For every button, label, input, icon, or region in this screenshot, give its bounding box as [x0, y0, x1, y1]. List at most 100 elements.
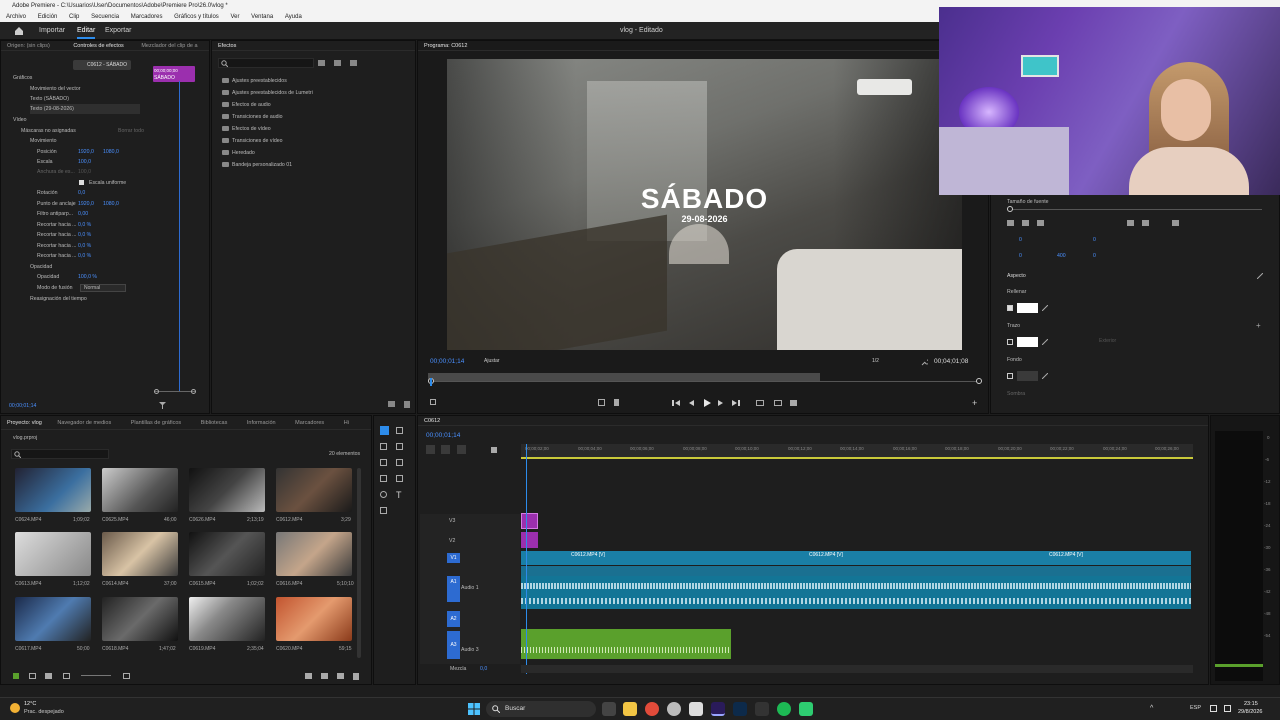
freeform-view-icon[interactable]: [63, 673, 70, 679]
title-text-overlay[interactable]: SÁBADO: [447, 183, 962, 215]
prop-position-x[interactable]: 1920,0: [78, 147, 94, 157]
folder-custom-bin[interactable]: Bandeja personalizado 01: [222, 159, 292, 171]
prop-crop-4-value[interactable]: 0,0 %: [78, 251, 91, 261]
prop-position-y[interactable]: 1080,0: [103, 147, 119, 157]
task-view-icon[interactable]: [602, 702, 616, 716]
video-clip-label[interactable]: C0612.MP4 [V]: [1049, 551, 1083, 559]
prop-opacity-value[interactable]: 100,0 %: [78, 272, 97, 282]
align-middle-icon[interactable]: [1142, 220, 1149, 226]
weather-icon[interactable]: [10, 703, 20, 713]
app-icon[interactable]: [667, 702, 681, 716]
graphic-clip-v3[interactable]: [521, 513, 538, 529]
frame-forward-icon[interactable]: [718, 400, 724, 408]
menu-marcadores[interactable]: Marcadores: [131, 14, 163, 20]
prop-anchor-x[interactable]: 1920,0: [78, 199, 94, 209]
camera-icon[interactable]: [790, 400, 797, 406]
tab-program[interactable]: Programa: C0612: [424, 43, 467, 49]
marker-icon[interactable]: [614, 399, 619, 406]
timeline-scrollbar[interactable]: [521, 665, 1193, 673]
trash-icon[interactable]: [353, 673, 359, 680]
folder-legacy[interactable]: Heredado: [222, 147, 255, 159]
track-select-tool-icon[interactable]: [396, 427, 403, 434]
clip-thumb[interactable]: [189, 597, 265, 641]
wrench-icon[interactable]: [921, 359, 930, 368]
tab-effect-controls[interactable]: Controles de efectos: [73, 43, 123, 49]
timeline-wrench-icon[interactable]: [491, 447, 497, 453]
tab-source[interactable]: Origen: (sin clips): [7, 43, 50, 49]
prop-scale-value[interactable]: 100,0: [78, 157, 91, 167]
clip-thumb[interactable]: [189, 468, 265, 512]
step-back-icon[interactable]: [672, 400, 680, 408]
photoshop-icon[interactable]: [733, 702, 747, 716]
tab-audio-mixer[interactable]: Mezclador del clip de a: [141, 43, 197, 49]
audio-clip-a3[interactable]: [521, 629, 731, 659]
folder-lumetri[interactable]: Ajustes preestablecidos de Lumetri: [222, 87, 313, 99]
prop-crop-1-value[interactable]: 0,0 %: [78, 220, 91, 230]
resolution-dropdown[interactable]: 1/2: [872, 357, 912, 366]
track-v2[interactable]: V2: [449, 536, 455, 546]
clip-thumb[interactable]: [102, 597, 178, 641]
timeline-timecode[interactable]: 00;00;01;14: [426, 431, 460, 441]
menu-clip[interactable]: Clip: [69, 14, 79, 20]
thumbnail-size-slider[interactable]: [81, 675, 111, 676]
baseline-value[interactable]: 400: [1057, 251, 1066, 261]
icon-view-icon[interactable]: [45, 673, 52, 679]
type-tool-icon[interactable]: T: [396, 490, 402, 500]
track-a2[interactable]: A2: [447, 611, 460, 627]
language-indicator[interactable]: ESP: [1190, 705, 1201, 711]
fit-dropdown[interactable]: Ajustar: [481, 357, 525, 366]
new-bin-icon[interactable]: [318, 60, 325, 66]
clip-thumb[interactable]: [15, 468, 91, 512]
ripple-edit-tool-icon[interactable]: [380, 443, 387, 450]
stroke-color-swatch[interactable]: [1017, 337, 1038, 347]
volume-icon[interactable]: [1224, 705, 1231, 712]
pen-tool-icon[interactable]: [396, 459, 403, 466]
video-clip-label[interactable]: C0612.MP4 [V]: [571, 551, 605, 559]
add-button-icon[interactable]: +: [972, 398, 977, 408]
align-center-icon[interactable]: [1022, 220, 1029, 226]
program-video-frame[interactable]: SÁBADO 29-08-2026: [447, 59, 962, 350]
sort-icon[interactable]: [123, 673, 130, 679]
workspace-exportar[interactable]: Exportar: [105, 22, 131, 40]
zoom-bar[interactable]: [428, 381, 980, 382]
app-icon[interactable]: [755, 702, 769, 716]
play-icon[interactable]: [704, 399, 711, 409]
hand-tool-icon[interactable]: [380, 491, 387, 498]
folder-video-effects[interactable]: Efectos de vídeo: [222, 123, 271, 135]
filter-icon[interactable]: [159, 402, 166, 411]
snap-icon[interactable]: [426, 445, 435, 454]
tab-timeline-sequence[interactable]: C0612: [424, 418, 440, 424]
clip-thumb[interactable]: [102, 532, 178, 576]
kerning-value[interactable]: 0: [1093, 235, 1096, 245]
program-scrub-bar[interactable]: [428, 373, 820, 381]
tab-graphic-templates[interactable]: Plantillas de gráficos: [131, 420, 181, 426]
spotify-icon[interactable]: [777, 702, 791, 716]
align-right-icon[interactable]: [1037, 220, 1044, 226]
razor-tool-icon[interactable]: [396, 443, 403, 450]
background-eyedropper-icon[interactable]: [1041, 372, 1049, 381]
leading-value[interactable]: 0: [1019, 251, 1022, 261]
fill-color-swatch[interactable]: [1017, 303, 1038, 313]
project-search-input[interactable]: [11, 449, 109, 459]
prop-crop-2-value[interactable]: 0,0 %: [78, 230, 91, 240]
clip-thumb[interactable]: [15, 597, 91, 641]
app-icon[interactable]: [799, 702, 813, 716]
chrome-icon[interactable]: [645, 702, 659, 716]
add-stroke-icon[interactable]: +: [1256, 321, 1261, 330]
folder-new-icon[interactable]: [321, 673, 328, 679]
fill-checkbox[interactable]: [1007, 305, 1013, 311]
work-area-bar[interactable]: [521, 457, 1193, 459]
clip-thumb[interactable]: [15, 532, 91, 576]
premiere-icon[interactable]: [711, 702, 725, 716]
track-a1[interactable]: A1: [447, 576, 460, 602]
shape-tool-icon[interactable]: [396, 475, 403, 482]
new-item-icon[interactable]: [337, 673, 344, 679]
track-v1[interactable]: V1: [447, 553, 460, 563]
uniform-scale-checkbox[interactable]: [79, 180, 84, 185]
pencil-icon[interactable]: [13, 673, 19, 679]
tab-effects[interactable]: Efectos: [218, 43, 236, 49]
tab-libraries[interactable]: Bibliotecas: [201, 420, 228, 426]
menu-archivo[interactable]: Archivo: [6, 14, 26, 20]
windows-start-icon[interactable]: [468, 703, 480, 717]
frame-back-icon[interactable]: [688, 400, 694, 408]
